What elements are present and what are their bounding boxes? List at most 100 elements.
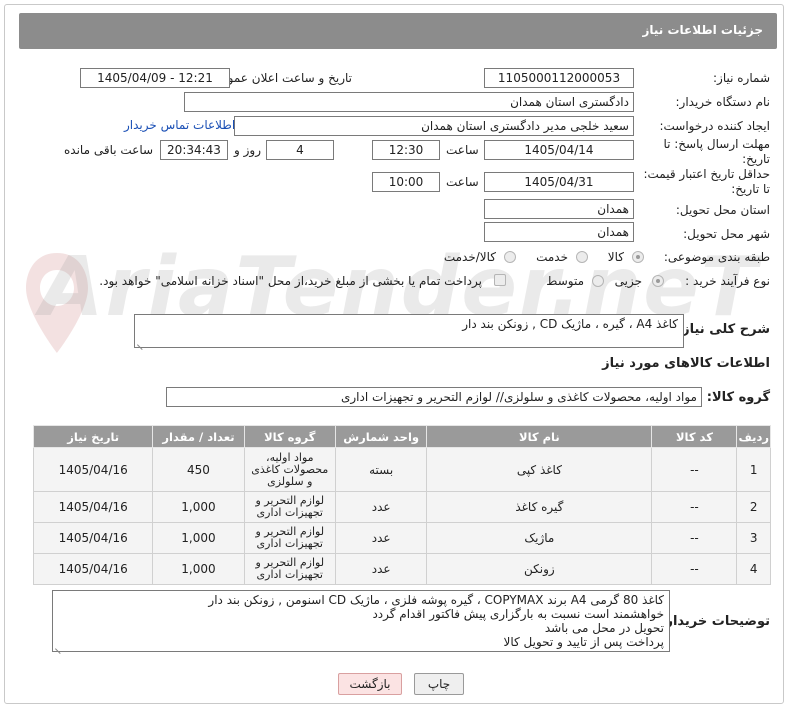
- process-option-medium: متوسط: [546, 274, 584, 288]
- treasury-payment-checkbox[interactable]: [494, 274, 506, 286]
- buyer-field: دادگستری استان همدان: [184, 92, 634, 112]
- cell-row: 4: [736, 553, 771, 585]
- table-row: 4 -- زونکن عدد لوازم التحریر و تجهیزات ا…: [32, 553, 771, 585]
- resize-handle-icon[interactable]: [55, 642, 62, 649]
- city-label: شهر محل تحویل:: [683, 227, 770, 241]
- watermark-logo-icon: [26, 253, 88, 353]
- category-radio-goods[interactable]: [632, 251, 644, 263]
- category-radio-service[interactable]: [576, 251, 588, 263]
- reply-time-label: ساعت: [446, 143, 479, 157]
- need-number-label: شماره نیاز:: [713, 71, 770, 85]
- col-header-qty: تعداد / مقدار: [152, 425, 245, 448]
- reply-days-field: 4: [266, 140, 334, 160]
- cell-row: 1: [736, 447, 771, 492]
- category-radio-goods-service[interactable]: [504, 251, 516, 263]
- description-textarea: کاغذ A4 ، گیره ، ماژیک CD , زونکن بند دا…: [134, 314, 684, 348]
- items-table: ردیف کد کالا نام کالا واحد شمارش گروه کا…: [32, 425, 771, 585]
- treasury-payment-note: پرداخت تمام یا بخشی از مبلغ خرید،از محل …: [99, 274, 482, 288]
- price-validity-label-2: تا تاریخ:: [731, 182, 770, 196]
- cell-group: لوازم التحریر و تجهیزات اداری: [243, 522, 336, 554]
- buyer-contact-link[interactable]: اطلاعات تماس خریدار: [124, 118, 235, 132]
- back-button[interactable]: بازگشت: [338, 673, 402, 695]
- col-header-date: تاریخ نیاز: [32, 425, 154, 448]
- price-validity-time-field: 10:00: [372, 172, 440, 192]
- buyer-notes-line: کاغذ 80 گرمی A4 برند COPYMAX ، گیره پوشه…: [208, 593, 664, 607]
- cell-unit: عدد: [334, 491, 428, 523]
- cell-date: 1405/04/16: [32, 447, 154, 492]
- cell-code: --: [651, 553, 738, 585]
- price-validity-date-field: 1405/04/31: [484, 172, 634, 192]
- page-title: جزئیات اطلاعات نیاز: [642, 23, 763, 37]
- remaining-label: ساعت باقی مانده: [64, 143, 154, 157]
- cell-date: 1405/04/16: [32, 491, 154, 523]
- cell-qty: 1,000: [152, 522, 245, 554]
- cell-row: 2: [736, 491, 771, 523]
- process-radio-medium[interactable]: [592, 275, 604, 287]
- cell-group: لوازم التحریر و تجهیزات اداری: [243, 491, 336, 523]
- cell-group: لوازم التحریر و تجهیزات اداری: [243, 553, 336, 585]
- cell-group: مواد اولیه، محصولات کاغذی و سلولزی: [243, 447, 336, 492]
- remaining-time-field: 20:34:43: [160, 140, 228, 160]
- buyer-notes-textarea: کاغذ 80 گرمی A4 برند COPYMAX ، گیره پوشه…: [52, 590, 670, 652]
- description-text: کاغذ A4 ، گیره ، ماژیک CD , زونکن بند دا…: [462, 317, 678, 331]
- goods-group-label: گروه کالا:: [706, 390, 770, 405]
- province-field: همدان: [484, 199, 634, 219]
- buyer-notes-line: خواهشمند است نسبت به بارگزاری پیش فاکتور…: [372, 607, 664, 621]
- description-label: شرح کلی نیاز:: [676, 322, 770, 337]
- announce-field: 1405/04/09 - 12:21: [80, 68, 230, 88]
- buyer-notes-line: پرداخت پس از تایید و تحویل کالا: [503, 635, 664, 649]
- col-header-group: گروه کالا: [243, 425, 336, 448]
- cell-unit: عدد: [334, 522, 428, 554]
- reply-deadline-label: مهلت ارسال پاسخ: تا: [663, 137, 770, 151]
- cell-code: --: [651, 491, 738, 523]
- category-option-service: خدمت: [536, 250, 568, 264]
- cell-row: 3: [736, 522, 771, 554]
- table-row: 1 -- کاغذ کپی بسته مواد اولیه، محصولات ک…: [32, 447, 771, 492]
- process-label: نوع فرآیند خرید :: [685, 274, 770, 288]
- col-header-unit: واحد شمارش: [334, 425, 428, 448]
- cell-unit: بسته: [334, 447, 428, 492]
- creator-label: ایجاد کننده درخواست:: [659, 119, 770, 133]
- cell-code: --: [651, 522, 738, 554]
- buyer-notes-line: تحویل در محل می باشد: [544, 621, 664, 635]
- category-option-goods-service: کالا/خدمت: [443, 250, 496, 264]
- price-validity-time-label: ساعت: [446, 175, 479, 189]
- table-row: 3 -- ماژیک عدد لوازم التحریر و تجهیزات ا…: [32, 522, 771, 554]
- print-button[interactable]: چاپ: [414, 673, 464, 695]
- category-option-goods: کالا: [607, 250, 624, 264]
- cell-qty: 450: [152, 447, 245, 492]
- reply-time-field: 12:30: [372, 140, 440, 160]
- col-header-name: نام کالا: [426, 425, 653, 448]
- cell-name: ماژیک: [426, 522, 653, 554]
- cell-qty: 1,000: [152, 491, 245, 523]
- cell-date: 1405/04/16: [32, 553, 154, 585]
- table-row: 2 -- گیره کاغذ عدد لوازم التحریر و تجهیز…: [32, 491, 771, 523]
- cell-name: گیره کاغذ: [426, 491, 653, 523]
- category-label: طبقه بندی موضوعی:: [663, 250, 770, 264]
- process-radio-minor[interactable]: [652, 275, 664, 287]
- goods-group-field: مواد اولیه، محصولات کاغذی و سلولزی// لوا…: [166, 387, 702, 407]
- panel-header: جزئیات اطلاعات نیاز: [19, 13, 777, 49]
- creator-field: سعید خلجی مدیر دادگستری استان همدان: [234, 116, 634, 136]
- cell-code: --: [651, 447, 738, 492]
- cell-name: زونکن: [426, 553, 653, 585]
- cell-qty: 1,000: [152, 553, 245, 585]
- col-header-row: ردیف: [736, 425, 771, 448]
- process-option-minor: جزیی: [614, 274, 642, 288]
- cell-name: کاغذ کپی: [426, 447, 653, 492]
- reply-date-field: 1405/04/14: [484, 140, 634, 160]
- col-header-code: کد کالا: [651, 425, 738, 448]
- price-validity-label: حداقل تاریخ اعتبار قیمت:: [643, 167, 770, 181]
- buyer-label: نام دستگاه خریدار:: [675, 95, 771, 109]
- reply-deadline-label-2: تاریخ:: [742, 152, 770, 166]
- province-label: استان محل تحویل:: [675, 203, 770, 217]
- cell-unit: عدد: [334, 553, 428, 585]
- resize-handle-icon[interactable]: [137, 338, 144, 345]
- cell-date: 1405/04/16: [32, 522, 154, 554]
- need-number-field: 1105000112000053: [484, 68, 634, 88]
- buyer-notes-label: توضیحات خریدار:: [660, 614, 770, 629]
- goods-section-title: اطلاعات کالاهای مورد نیاز: [602, 356, 770, 371]
- city-field: همدان: [484, 222, 634, 242]
- days-label: روز و: [234, 143, 261, 157]
- table-header-row: ردیف کد کالا نام کالا واحد شمارش گروه کا…: [32, 425, 771, 448]
